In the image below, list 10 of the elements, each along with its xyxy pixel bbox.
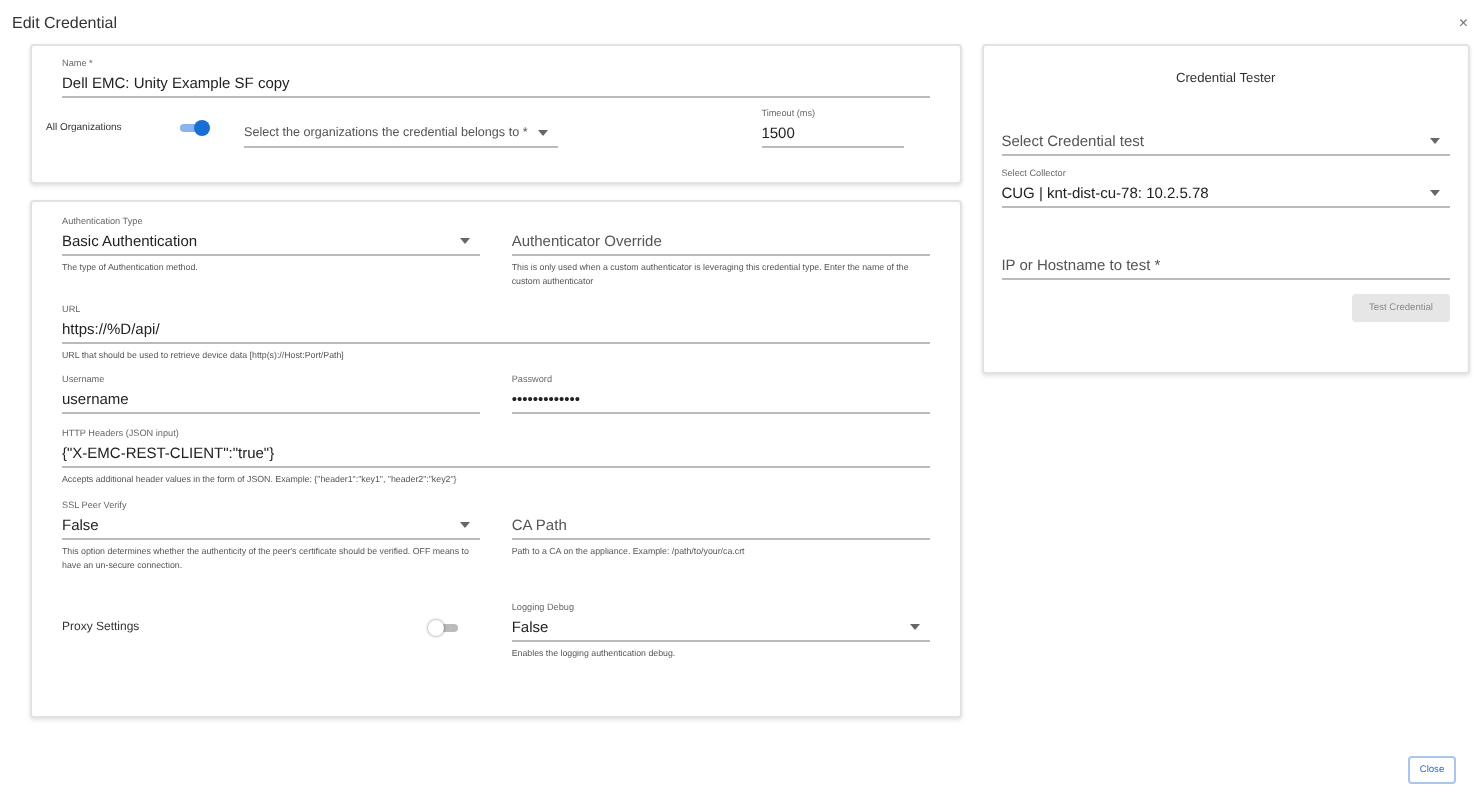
dialog-title: Edit Credential (12, 13, 117, 31)
caret-icon (909, 624, 920, 630)
close-icon[interactable]: × (1458, 13, 1468, 31)
caret-icon (1430, 138, 1440, 144)
toggle-switch[interactable] (178, 120, 210, 136)
caret-icon (459, 238, 470, 244)
caret-icon (1430, 190, 1440, 196)
caret-icon (459, 522, 470, 528)
toggle-switch[interactable] (427, 620, 460, 636)
caret-icon (538, 130, 548, 136)
